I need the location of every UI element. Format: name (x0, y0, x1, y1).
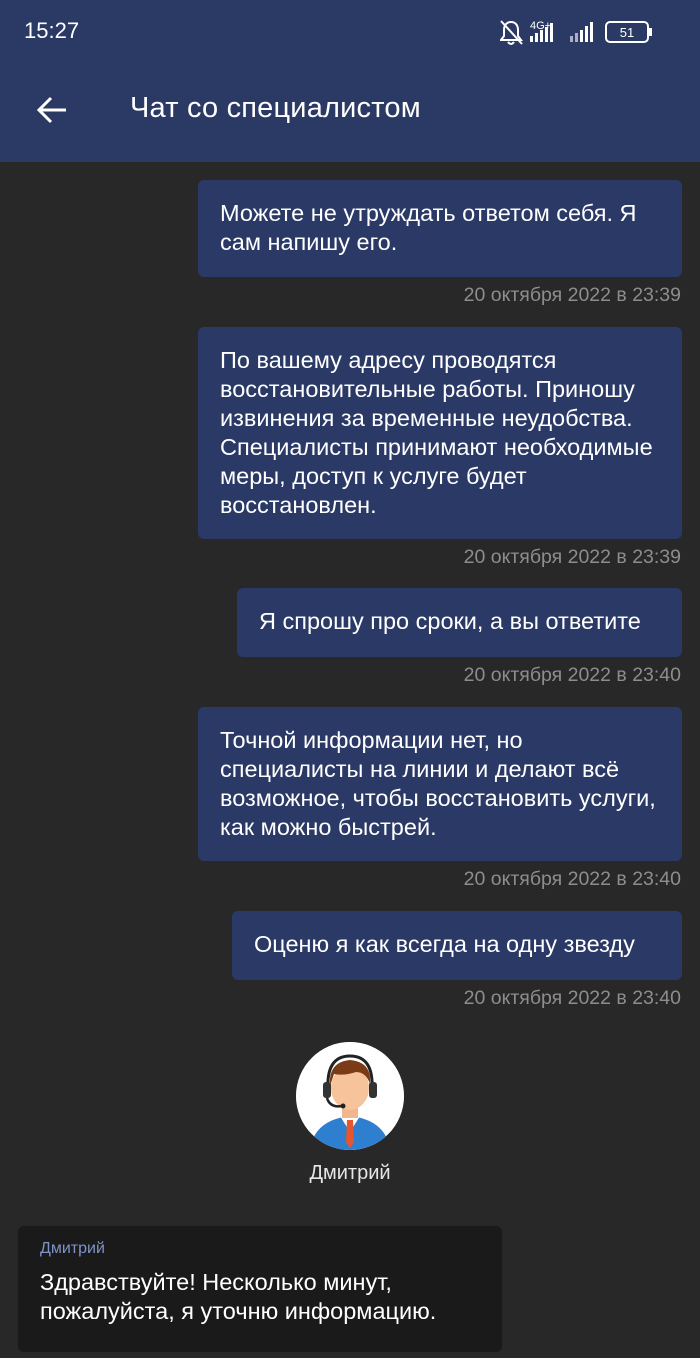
status-icons: 4G+ 51 (500, 18, 680, 46)
message-timestamp: 20 октября 2022 в 23:40 (463, 664, 681, 686)
message-bubble[interactable]: Можете не утруждать ответом себя. Я сам … (198, 180, 682, 277)
message-text: Можете не утруждать ответом себя. Я сам … (220, 200, 637, 255)
message-text: По вашему адресу проводятся восстановите… (220, 347, 653, 518)
app-bar: 15:27 4G+ 51 Чат со специалистом (0, 0, 700, 162)
signal-icon-2 (570, 22, 593, 42)
chat-area[interactable]: Можете не утруждать ответом себя. Я сам … (0, 162, 700, 1358)
battery-level: 51 (620, 25, 634, 40)
arrow-left-icon (36, 96, 66, 124)
agent-avatar (296, 1042, 404, 1150)
message-timestamp: 20 октября 2022 в 23:39 (463, 284, 681, 306)
message-timestamp: 20 октября 2022 в 23:39 (463, 546, 681, 568)
agent-name: Дмитрий (309, 1162, 391, 1184)
back-button[interactable] (30, 88, 74, 132)
message-timestamp: 20 октября 2022 в 23:40 (463, 987, 681, 1009)
message-text: Оценю я как всегда на одну звезду (254, 931, 635, 957)
message-text: Здравствуйте! Несколько минут, пожалуйст… (40, 1269, 437, 1324)
message-bubble[interactable]: Оценю я как всегда на одну звезду (232, 911, 682, 980)
message-bubble[interactable]: По вашему адресу проводятся восстановите… (198, 327, 682, 539)
page-title: Чат со специалистом (130, 92, 421, 124)
message-timestamp: 20 октября 2022 в 23:40 (463, 868, 681, 890)
battery-icon: 51 (605, 21, 652, 43)
message-text: Я спрошу про сроки, а вы ответите (259, 608, 641, 634)
status-time: 15:27 (24, 18, 80, 43)
incoming-message-bubble[interactable]: Дмитрий Здравствуйте! Несколько минут, п… (18, 1226, 502, 1352)
message-bubble[interactable]: Я спрошу про сроки, а вы ответите (237, 588, 682, 657)
muted-bell-icon (500, 20, 523, 45)
message-text: Точной информации нет, но специалисты на… (220, 727, 656, 840)
message-sender: Дмитрий (40, 1240, 105, 1257)
message-bubble[interactable]: Точной информации нет, но специалисты на… (198, 707, 682, 861)
support-agent-avatar (296, 1042, 404, 1150)
